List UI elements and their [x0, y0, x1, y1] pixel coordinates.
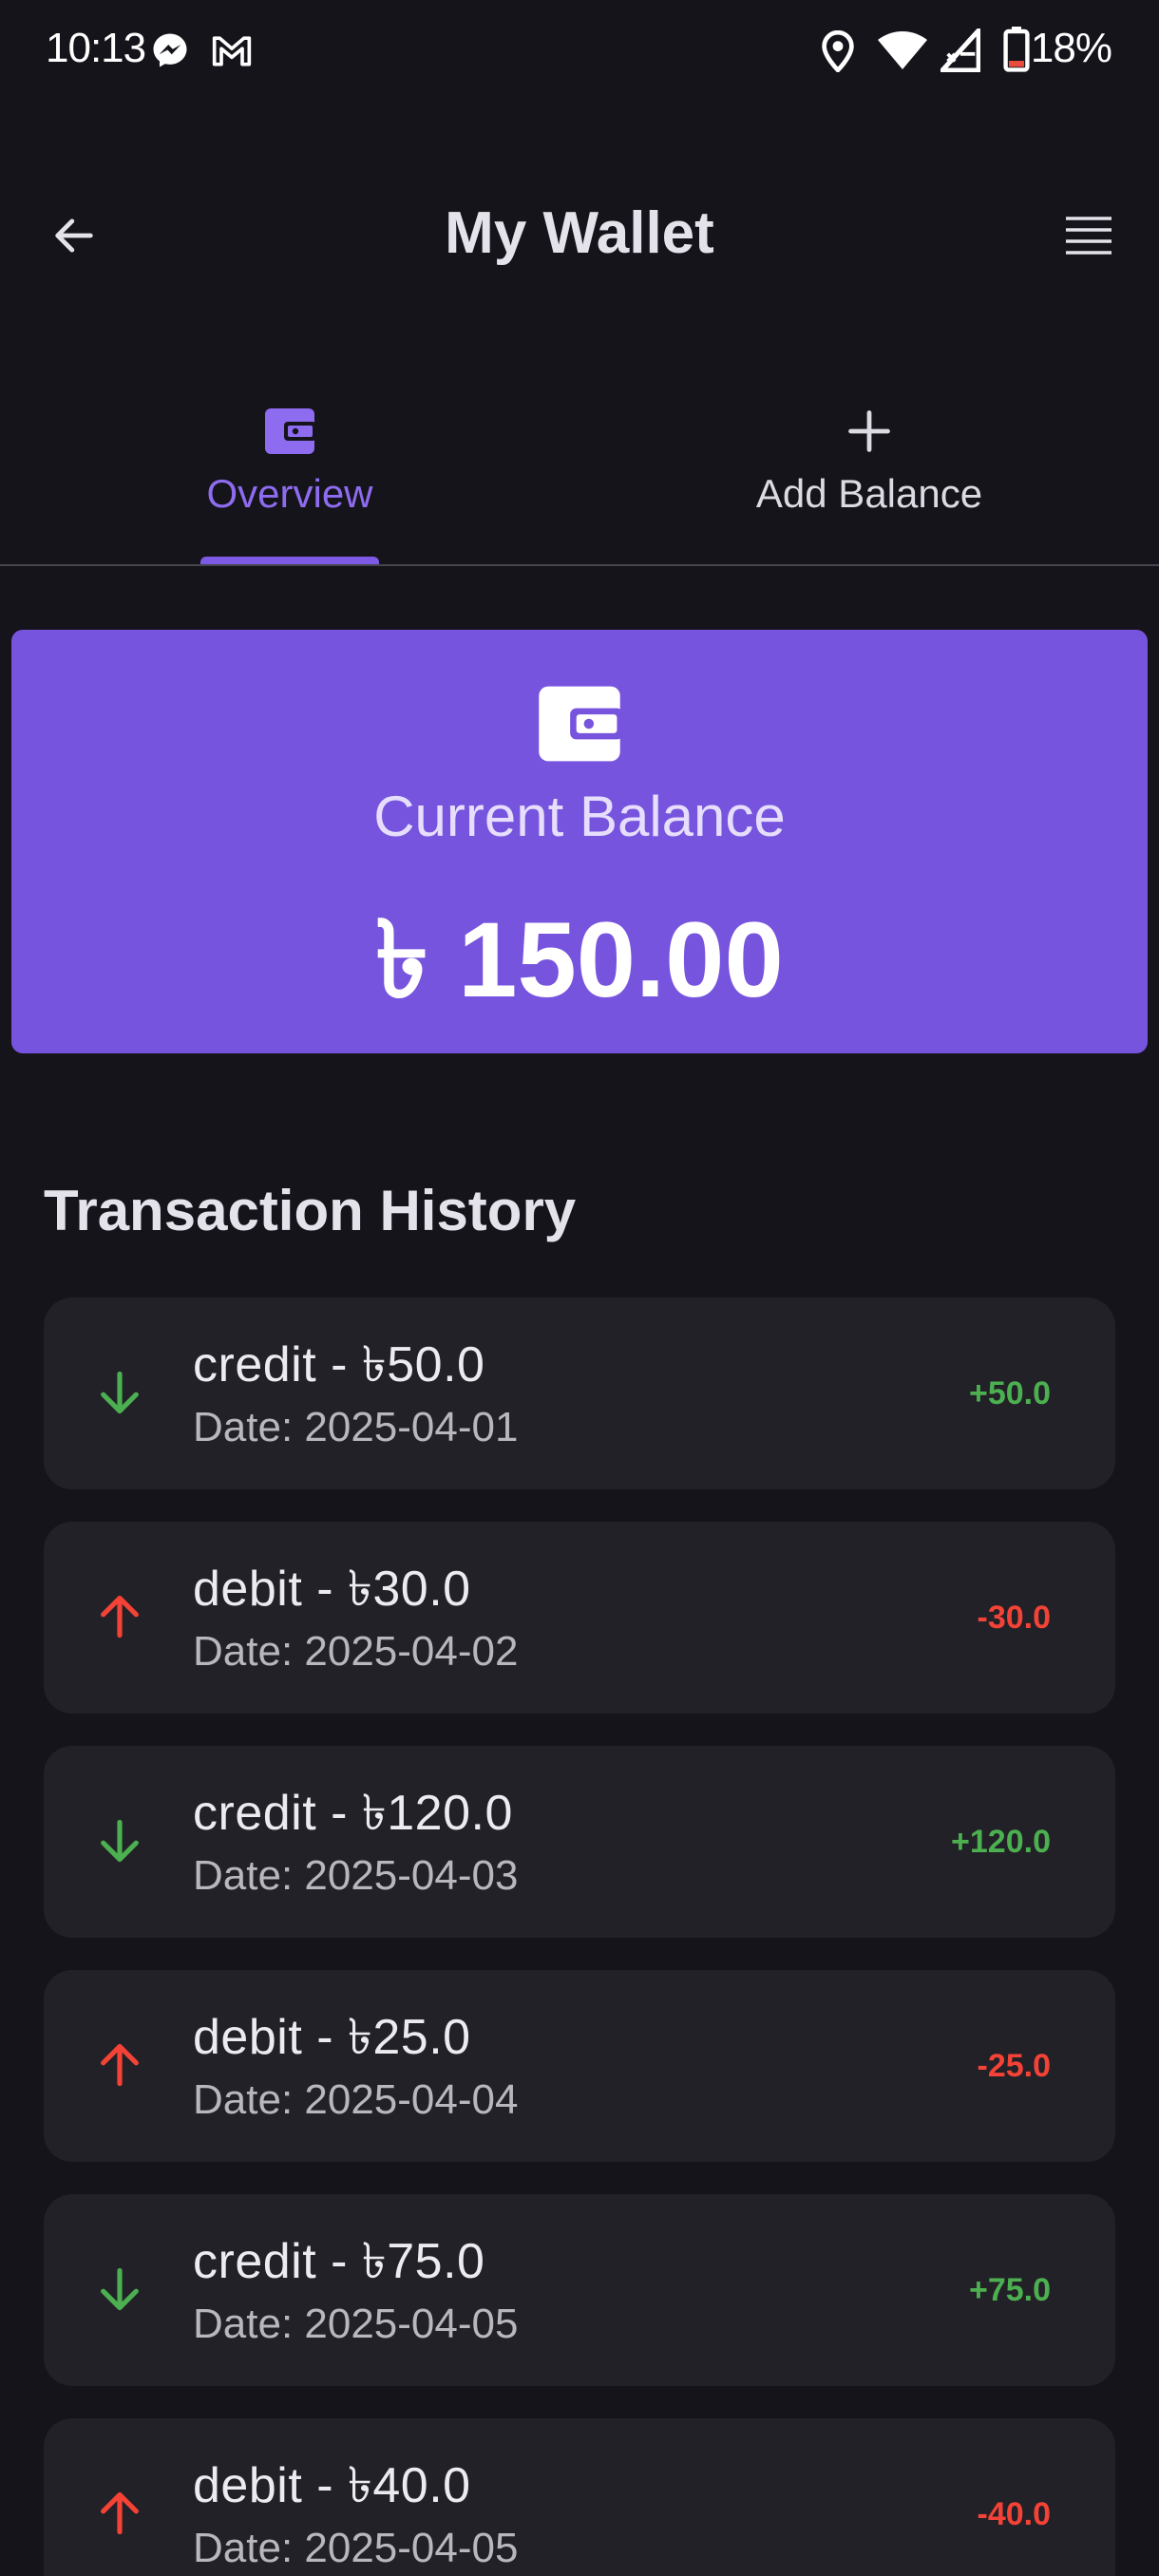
location-icon	[821, 29, 855, 77]
transaction-amount: -30.0	[977, 1600, 1052, 1636]
transaction-amount: -25.0	[977, 2048, 1052, 2084]
gmail-icon	[211, 32, 253, 73]
transaction-date: Date: 2025-04-01	[193, 1404, 519, 1450]
transaction-date: Date: 2025-04-05	[193, 2301, 519, 2347]
transaction-title: debit - ৳40.0	[193, 2458, 471, 2513]
transaction-item[interactable]: debit - ৳40.0 Date: 2025-04-05 -40.0	[44, 2418, 1115, 2576]
balance-amount: ৳ 150.00	[375, 900, 784, 1019]
transaction-title: credit - ৳75.0	[193, 2234, 485, 2289]
app-bar: My Wallet	[0, 161, 1159, 304]
tab-add-balance-label: Add Balance	[755, 471, 983, 516]
menu-icon	[1066, 217, 1112, 255]
transaction-item[interactable]: credit - ৳50.0 Date: 2025-04-01 +50.0	[44, 1297, 1115, 1489]
arrow-down-icon	[91, 1812, 148, 1869]
status-time: 10:13	[46, 25, 146, 71]
transaction-amount: +120.0	[951, 1824, 1051, 1860]
wallet-icon	[265, 408, 316, 454]
transaction-amount: +50.0	[968, 1375, 1051, 1411]
tab-add-balance[interactable]: Add Balance	[580, 389, 1159, 564]
transaction-amount: -40.0	[977, 2496, 1052, 2532]
transaction-date: Date: 2025-04-03	[193, 1852, 519, 1899]
battery-icon	[1003, 27, 1030, 77]
tab-overview[interactable]: Overview	[0, 389, 580, 564]
arrow-up-icon	[91, 2036, 148, 2093]
transaction-item[interactable]: credit - ৳120.0 Date: 2025-04-03 +120.0	[44, 1746, 1115, 1938]
status-bar: 10:13 18%	[0, 0, 1159, 104]
transaction-title: debit - ৳30.0	[193, 1562, 471, 1617]
tab-bar: Overview Add Balance	[0, 389, 1159, 566]
arrow-down-icon	[91, 1364, 148, 1421]
transaction-title: credit - ৳120.0	[193, 1786, 513, 1841]
tab-indicator	[200, 557, 379, 564]
tab-overview-label: Overview	[206, 471, 373, 516]
menu-button[interactable]	[1053, 199, 1125, 272]
transaction-title: credit - ৳50.0	[193, 1337, 485, 1392]
signal-icon	[940, 28, 981, 77]
transaction-item[interactable]: credit - ৳75.0 Date: 2025-04-05 +75.0	[44, 2194, 1115, 2386]
battery-percent: 18%	[1030, 25, 1112, 71]
transaction-date: Date: 2025-04-05	[193, 2525, 519, 2571]
arrow-up-icon	[91, 2485, 148, 2542]
page-title: My Wallet	[445, 200, 714, 266]
balance-card: Current Balance ৳ 150.00	[11, 630, 1148, 1053]
messenger-icon	[150, 30, 190, 75]
transaction-history-title: Transaction History	[44, 1179, 577, 1242]
transaction-title: debit - ৳25.0	[193, 2010, 471, 2065]
wallet-icon	[539, 686, 623, 762]
arrow-up-icon	[91, 1588, 148, 1645]
arrow-down-icon	[91, 2261, 148, 2318]
transaction-date: Date: 2025-04-02	[193, 1628, 519, 1675]
balance-label: Current Balance	[373, 785, 786, 848]
transaction-date: Date: 2025-04-04	[193, 2076, 519, 2123]
wifi-icon	[878, 30, 927, 75]
plus-icon	[848, 410, 890, 452]
transaction-item[interactable]: debit - ৳25.0 Date: 2025-04-04 -25.0	[44, 1970, 1115, 2162]
transaction-amount: +75.0	[968, 2272, 1051, 2308]
transaction-list: credit - ৳50.0 Date: 2025-04-01 +50.0 de…	[44, 1297, 1115, 2576]
transaction-item[interactable]: debit - ৳30.0 Date: 2025-04-02 -30.0	[44, 1522, 1115, 1714]
